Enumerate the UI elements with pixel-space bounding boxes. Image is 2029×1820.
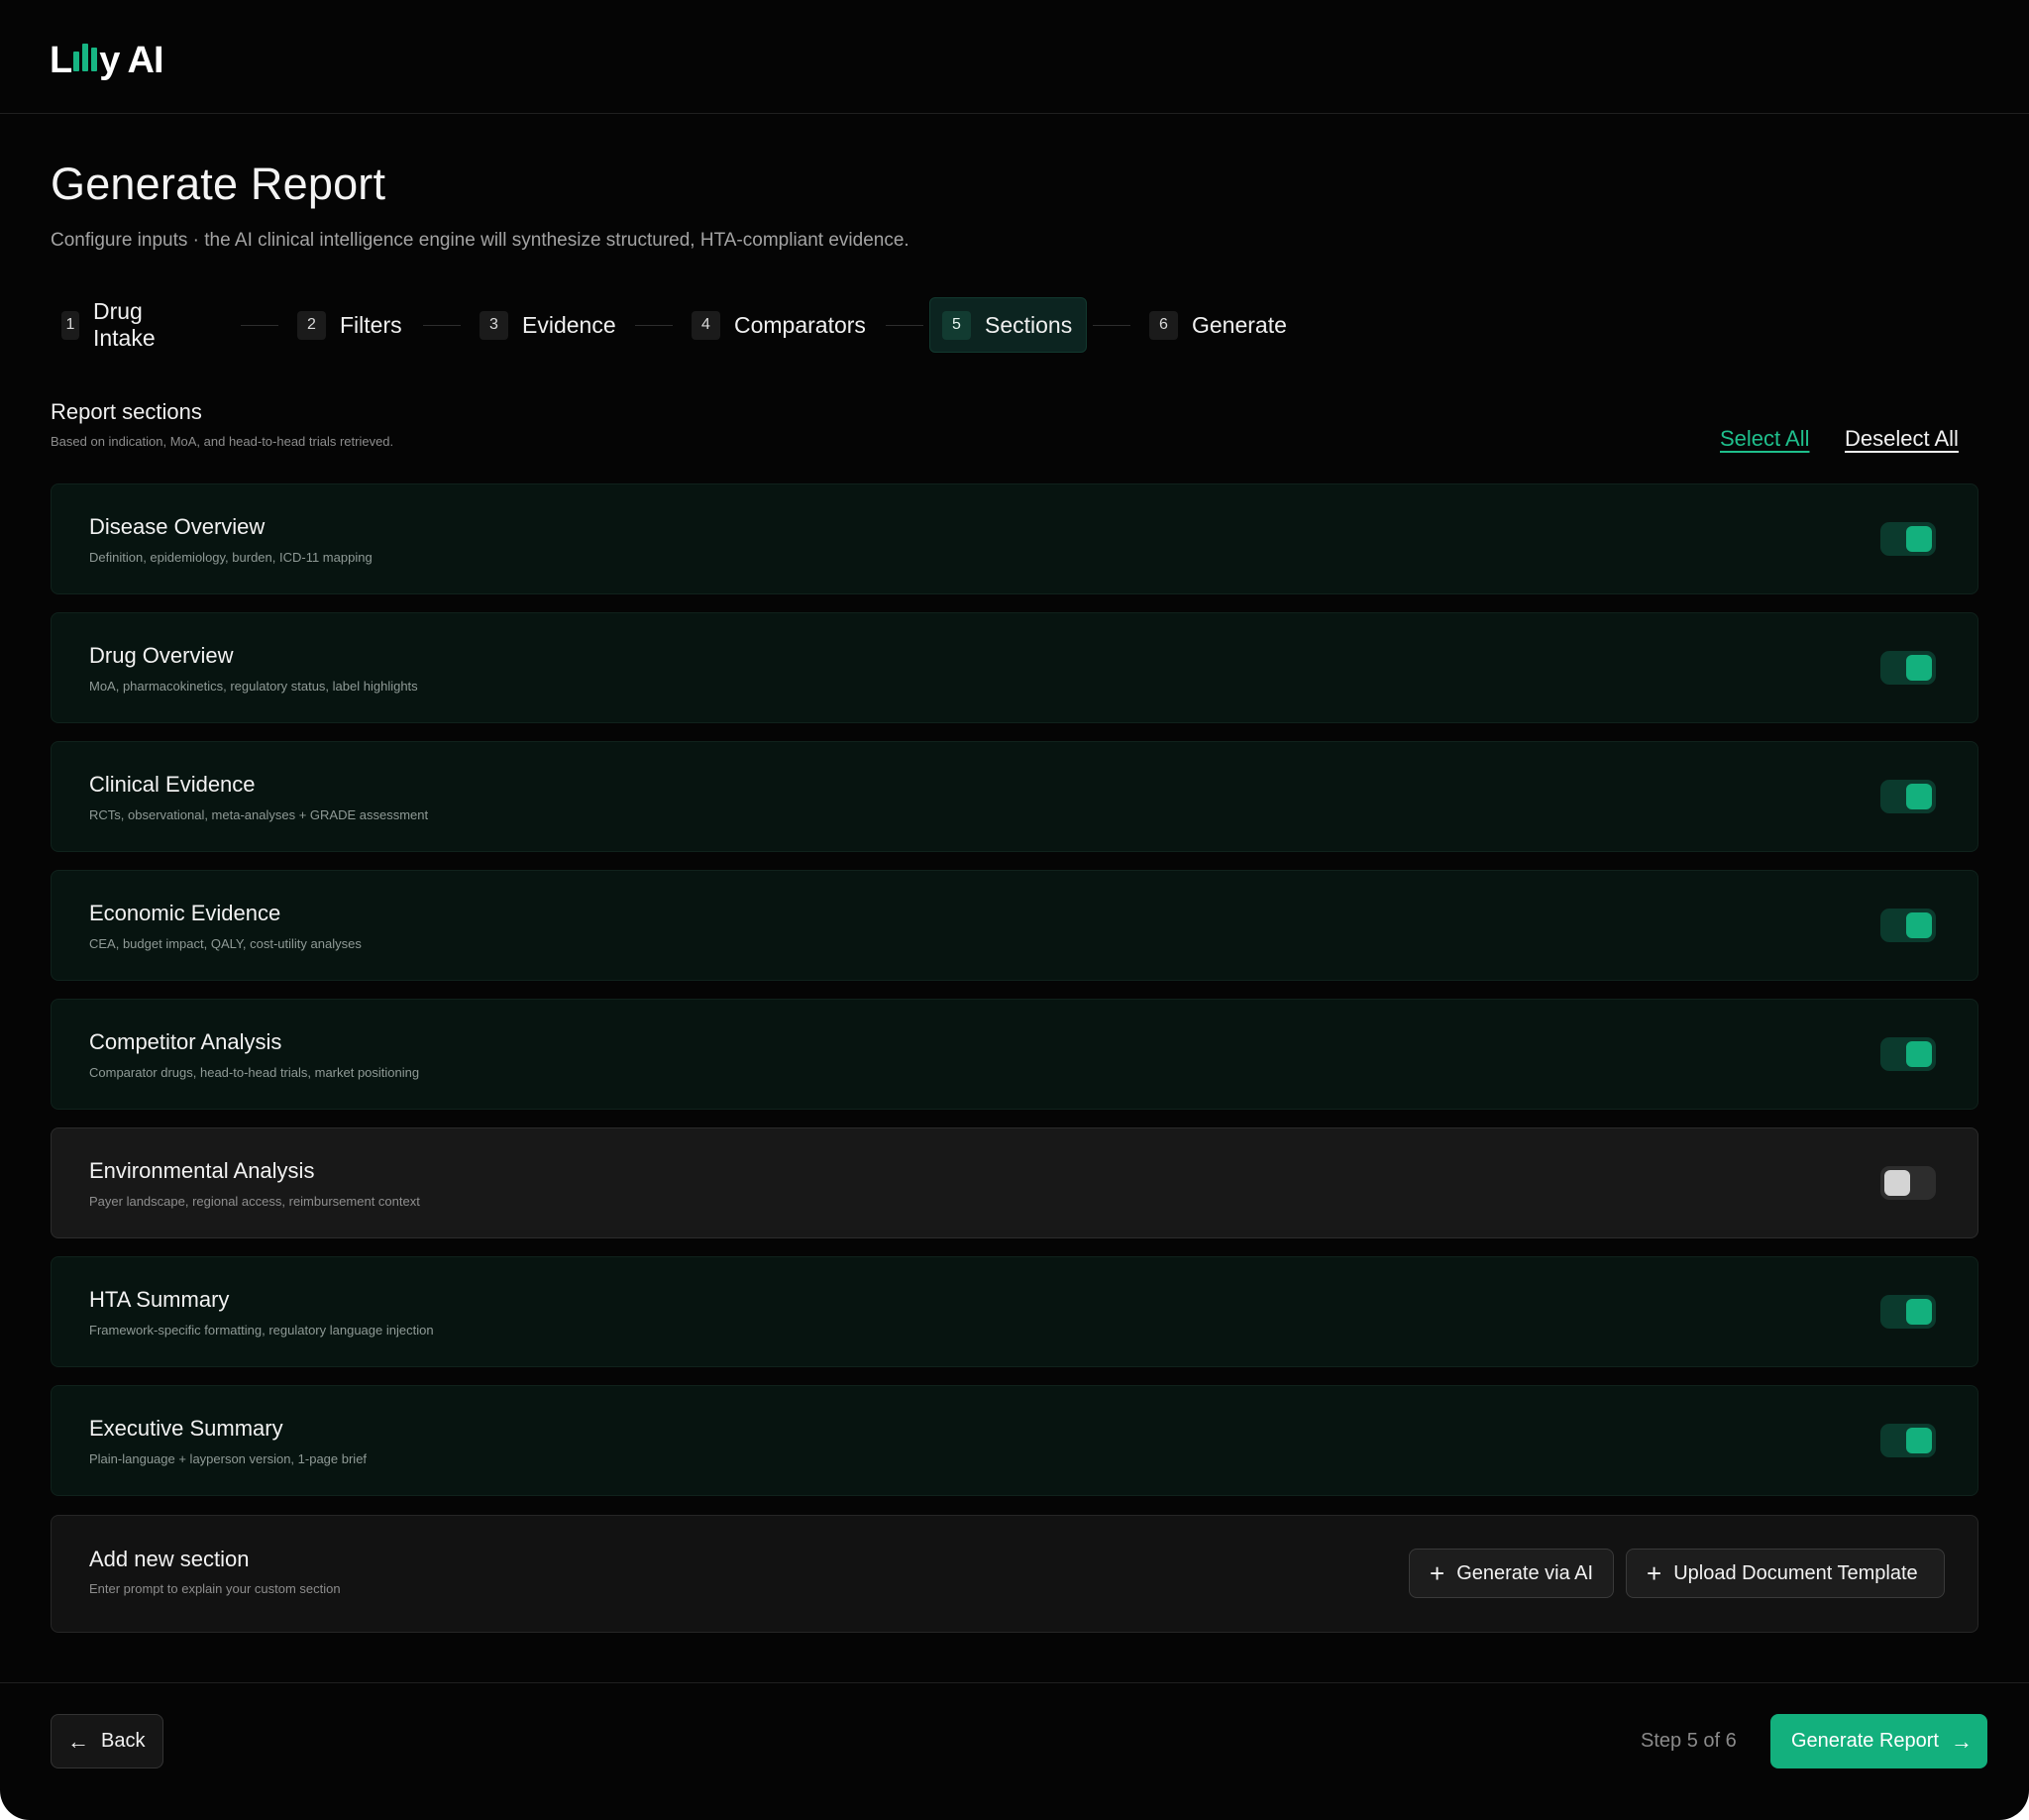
step-evidence[interactable]: 3 Evidence <box>468 297 628 353</box>
section-description: Comparator drugs, head-to-head trials, m… <box>89 1065 420 1080</box>
button-label: Generate via AI <box>1456 1561 1594 1584</box>
section-card-competitor-analysis[interactable]: Competitor Analysis Comparator drugs, he… <box>51 999 1978 1110</box>
step-label: Sections <box>985 311 1073 338</box>
section-title: Drug Overview <box>89 643 234 668</box>
add-section-description: Enter prompt to explain your custom sect… <box>89 1581 341 1596</box>
page-title: Generate Report <box>51 159 386 209</box>
step-drug-intake[interactable]: 1 Drug Intake <box>50 297 178 353</box>
section-toggle[interactable] <box>1880 909 1936 942</box>
section-description: Plain-language + layperson version, 1-pa… <box>89 1451 368 1466</box>
section-title: Competitor Analysis <box>89 1029 282 1054</box>
section-toggle[interactable] <box>1880 1037 1936 1071</box>
section-title: Executive Summary <box>89 1416 283 1441</box>
section-toggle[interactable] <box>1880 780 1936 813</box>
report-sections-title: Report sections <box>51 399 202 424</box>
button-label: Upload Document Template <box>1673 1561 1918 1584</box>
step-generate[interactable]: 6 Generate <box>1137 297 1299 353</box>
step-number: 1 <box>61 310 79 340</box>
section-card-disease-overview[interactable]: Disease Overview Definition, epidemiolog… <box>51 483 1978 594</box>
logo-letter: L <box>50 40 72 81</box>
app-window: L y AI Generate Report Configure inputs … <box>0 0 2029 1820</box>
step-number: 5 <box>942 310 971 340</box>
toggle-knob <box>1906 912 1932 938</box>
section-title: Disease Overview <box>89 514 266 539</box>
top-bar: L y AI <box>0 0 2029 114</box>
section-description: MoA, pharmacokinetics, regulatory status… <box>89 679 418 694</box>
step-indicator: Step 5 of 6 <box>1641 1730 1737 1752</box>
step-connector <box>241 325 278 326</box>
step-label: Comparators <box>734 311 866 338</box>
section-description: CEA, budget impact, QALY, cost-utility a… <box>89 936 362 951</box>
step-connector <box>886 325 923 326</box>
toggle-knob <box>1906 1428 1932 1453</box>
section-title: HTA Summary <box>89 1287 230 1312</box>
step-number: 4 <box>692 310 720 340</box>
step-label: Filters <box>340 311 402 338</box>
step-connector <box>635 325 673 326</box>
step-comparators[interactable]: 4 Comparators <box>680 297 878 353</box>
toggle-knob <box>1906 1299 1932 1325</box>
select-all-link[interactable]: Select All <box>1720 426 1810 452</box>
section-description: Payer landscape, regional access, reimbu… <box>89 1194 420 1209</box>
button-label: Generate Report <box>1791 1730 1939 1752</box>
section-toggle[interactable] <box>1880 1295 1936 1329</box>
step-label: Drug Intake <box>92 298 156 351</box>
deselect-all-link[interactable]: Deselect All <box>1845 426 1959 452</box>
step-number: 6 <box>1149 310 1178 340</box>
section-card-hta-summary[interactable]: HTA Summary Framework-specific formattin… <box>51 1256 1978 1367</box>
section-card-environmental-analysis[interactable]: Environmental Analysis Payer landscape, … <box>51 1127 1978 1238</box>
back-button[interactable]: ← Back <box>51 1714 163 1768</box>
toggle-knob <box>1906 655 1932 681</box>
step-number: 3 <box>480 310 508 340</box>
logo-wordmark: y AI <box>99 40 163 81</box>
section-description: Framework-specific formatting, regulator… <box>89 1323 434 1338</box>
step-label: Evidence <box>522 311 616 338</box>
logo-bars-icon <box>73 44 98 71</box>
generate-via-ai-button[interactable]: + Generate via AI <box>1409 1549 1614 1598</box>
plus-icon: + <box>1647 1558 1662 1588</box>
step-label: Generate <box>1192 311 1287 338</box>
section-title: Economic Evidence <box>89 901 281 925</box>
section-toggle[interactable] <box>1880 522 1936 556</box>
button-label: Back <box>101 1730 146 1752</box>
section-toggle[interactable] <box>1880 1424 1936 1457</box>
add-section-title: Add new section <box>89 1547 250 1571</box>
step-connector <box>1093 325 1130 326</box>
section-card-economic-evidence[interactable]: Economic Evidence CEA, budget impact, QA… <box>51 870 1978 981</box>
brand-logo[interactable]: L y AI <box>50 32 164 81</box>
section-toggle[interactable] <box>1880 651 1936 685</box>
generate-report-button[interactable]: Generate Report → <box>1770 1714 1987 1768</box>
section-title: Environmental Analysis <box>89 1158 315 1183</box>
step-sections[interactable]: 5 Sections <box>929 297 1087 353</box>
section-title: Clinical Evidence <box>89 772 256 797</box>
upload-document-template-button[interactable]: + Upload Document Template <box>1626 1549 1945 1598</box>
toggle-knob <box>1884 1170 1910 1196</box>
section-card-drug-overview[interactable]: Drug Overview MoA, pharmacokinetics, reg… <box>51 612 1978 723</box>
arrow-left-icon: ← <box>67 1728 89 1754</box>
section-description: Definition, epidemiology, burden, ICD-11… <box>89 550 373 565</box>
arrow-right-icon: → <box>1950 1728 1973 1754</box>
toggle-knob <box>1906 526 1932 552</box>
page-subtitle: Configure inputs · the AI clinical intel… <box>51 230 909 251</box>
section-card-executive-summary[interactable]: Executive Summary Plain-language + laype… <box>51 1385 1978 1496</box>
plus-icon: + <box>1430 1558 1445 1588</box>
section-card-clinical-evidence[interactable]: Clinical Evidence RCTs, observational, m… <box>51 741 1978 852</box>
toggle-knob <box>1906 1041 1932 1067</box>
section-description: RCTs, observational, meta-analyses + GRA… <box>89 807 429 822</box>
add-section-card: Add new section Enter prompt to explain … <box>51 1515 1978 1633</box>
step-filters[interactable]: 2 Filters <box>285 297 414 353</box>
footer-bar: ← Back Step 5 of 6 Generate Report → <box>0 1682 2029 1820</box>
report-sections-subtitle: Based on indication, MoA, and head-to-he… <box>51 434 394 449</box>
toggle-knob <box>1906 784 1932 809</box>
section-toggle[interactable] <box>1880 1166 1936 1200</box>
step-connector <box>423 325 461 326</box>
step-number: 2 <box>297 310 326 340</box>
